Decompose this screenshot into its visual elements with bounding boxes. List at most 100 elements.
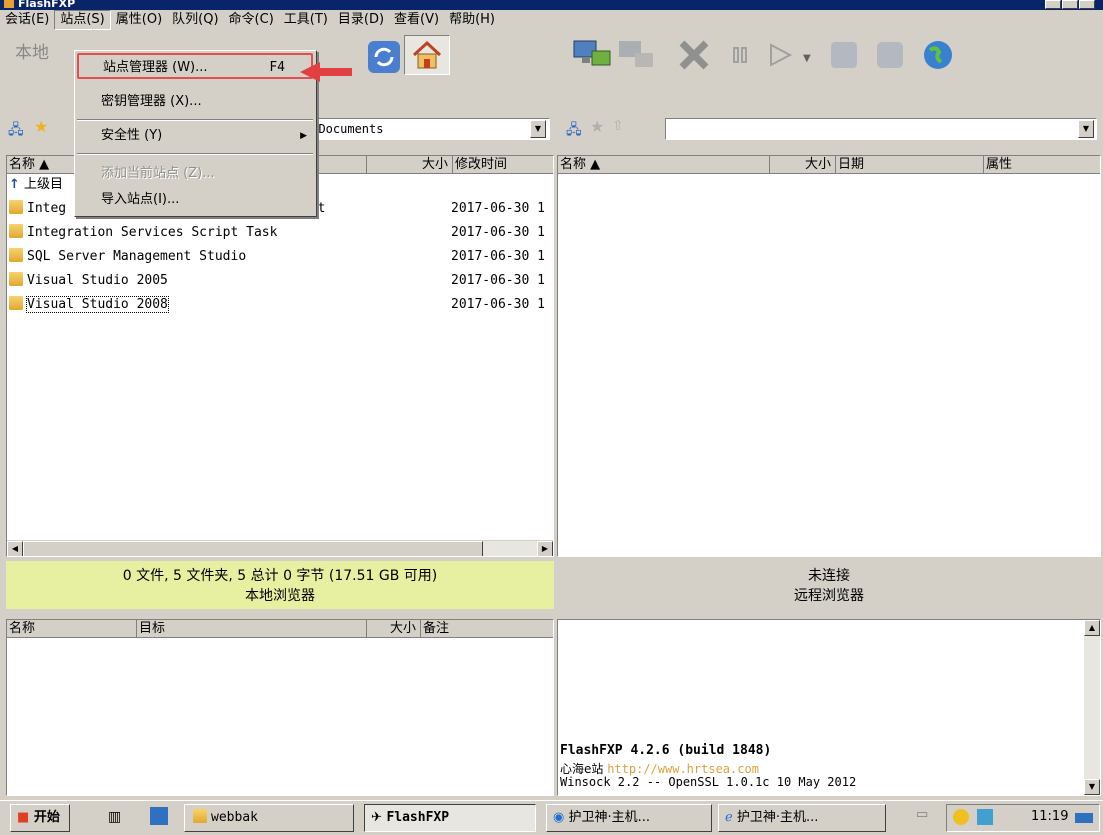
folder-icon [193, 809, 207, 823]
tray-printer-icon[interactable]: ▭ [916, 807, 934, 825]
refresh-button[interactable] [362, 37, 406, 77]
task-huweishen-1[interactable]: ◉ 护卫神·主机... [546, 804, 712, 832]
clock[interactable]: 11:19 [1031, 809, 1068, 824]
security-menu-item[interactable]: 安全性 (Y) ▶ [77, 123, 313, 149]
table-row[interactable]: SQL Server Management Studio 2017-06-30 … [7, 246, 553, 268]
local-horizontal-scrollbar[interactable]: ◀ ▶ [7, 540, 553, 556]
home-icon [412, 40, 442, 69]
tray-app-icon[interactable] [953, 809, 969, 825]
queue-col-target[interactable]: 目标 [137, 620, 367, 638]
window-title: FlashFXP [18, 0, 76, 10]
close-button[interactable] [1079, 0, 1095, 9]
quick-launch-server-icon[interactable]: ▥ [108, 809, 121, 825]
connect-button[interactable] [570, 35, 614, 75]
table-row[interactable]: Visual Studio 2008 2017-06-30 1 [7, 294, 553, 316]
log-vertical-scrollbar[interactable]: ▲ ▼ [1084, 620, 1100, 795]
menu-commands[interactable]: 命令(C) [224, 10, 279, 30]
task-huweishen-2[interactable]: ℯ 护卫神·主机... [718, 804, 886, 832]
remote-browser-label: 远程浏览器 [794, 588, 864, 604]
scroll-thumb[interactable] [23, 541, 483, 556]
ie-icon: ℯ [725, 810, 733, 825]
tray-network-icon[interactable] [977, 809, 993, 825]
favorites-star-icon[interactable]: ★ [34, 117, 48, 136]
key-manager-menu-item[interactable]: 密钥管理器 (X)... [77, 89, 313, 115]
import-sites-menu-item[interactable]: 导入站点(I)... [77, 187, 313, 213]
remote-col-date[interactable]: 日期 [836, 156, 984, 174]
local-browser-label: 本地浏览器 [245, 588, 315, 604]
menu-session[interactable]: 会话(E) [0, 10, 54, 30]
table-row[interactable]: Integration Services Script Task 2017-06… [7, 222, 553, 244]
log-version-line: FlashFXP 4.2.6 (build 1848) [560, 743, 772, 758]
menu-options[interactable]: 属性(O) [111, 10, 167, 30]
transfer-queue[interactable]: 名称 目标 大小 备注 [6, 619, 554, 796]
remote-path-dropdown[interactable]: ▼ [1078, 120, 1094, 138]
scroll-up-button[interactable]: ▲ [1084, 620, 1100, 636]
start-button[interactable]: ■ 开始 [10, 804, 70, 832]
tray-show-desktop-icon[interactable] [1075, 813, 1093, 823]
scroll-down-button[interactable]: ▼ [1084, 779, 1100, 795]
menu-view[interactable]: 查看(V) [389, 10, 444, 30]
local-col-modified[interactable]: 修改时间 [453, 156, 553, 174]
menu-separator [77, 119, 313, 121]
web-button[interactable] [916, 35, 960, 75]
queue-col-name[interactable]: 名称 [7, 620, 137, 638]
task-webbak[interactable]: webbak [184, 804, 354, 832]
task-flashfxp[interactable]: ✈ FlashFXP [364, 804, 536, 832]
play-dropdown-icon[interactable]: ▼ [803, 53, 811, 64]
menu-sites[interactable]: 站点(S) [54, 10, 111, 30]
flashfxp-icon: ✈ [371, 810, 382, 825]
remote-col-size[interactable]: 大小 [770, 156, 836, 174]
menu-queue[interactable]: 队列(Q) [167, 10, 223, 30]
quick-launch-console-icon[interactable] [150, 807, 168, 825]
scroll-left-button[interactable]: ◀ [7, 541, 23, 556]
pause-button[interactable] [725, 35, 755, 75]
menu-help[interactable]: 帮助(H) [444, 10, 500, 30]
refresh-icon [368, 41, 400, 73]
local-col-size[interactable]: 大小 [367, 156, 453, 174]
local-path-dropdown[interactable]: ▼ [530, 120, 546, 138]
folder-icon [9, 224, 23, 238]
abort-x-icon [679, 40, 709, 70]
windows-logo-icon: ■ [17, 810, 30, 825]
queue-col-note[interactable]: 备注 [421, 620, 553, 638]
home-button[interactable] [404, 35, 450, 75]
abort-button[interactable] [672, 35, 716, 75]
transfer-icon [831, 42, 857, 68]
remote-col-attributes[interactable]: 属性 [984, 156, 1100, 174]
table-row[interactable]: Visual Studio 2005 2017-06-30 1 [7, 270, 553, 292]
queue-col-size[interactable]: 大小 [367, 620, 421, 638]
remote-favorites-star-icon[interactable]: ★ [590, 117, 604, 136]
remote-col-name[interactable]: 名称 ▲ [558, 156, 770, 174]
local-sites-icon[interactable]: 🖧 [8, 119, 24, 143]
disconnect-button[interactable] [615, 35, 659, 75]
remote-path-field[interactable] [665, 118, 1097, 140]
taskbar: ■ 开始 ▥ webbak ✈ FlashFXP ◉ 护卫神·主机... ℯ 护… [0, 800, 1103, 835]
app-icon [4, 0, 14, 8]
pause-icon [733, 47, 747, 63]
shield-icon: ◉ [553, 810, 565, 825]
remote-refresh-icon [877, 42, 903, 68]
menu-directory[interactable]: 目录(D) [333, 10, 389, 30]
annotation-arrow-icon [300, 62, 352, 82]
transfer-button[interactable] [822, 35, 866, 75]
up-directory-icon[interactable]: ⇧ [612, 118, 624, 134]
menu-tools[interactable]: 工具(T) [279, 10, 333, 30]
maximize-button[interactable] [1062, 0, 1078, 9]
status-log[interactable]: FlashFXP 4.2.6 (build 1848) 心海e站 http://… [557, 619, 1101, 796]
connection-status: 未连接 [808, 568, 850, 584]
remote-refresh-button[interactable] [868, 35, 912, 75]
log-url-link[interactable]: http://www.hrtsea.com [607, 762, 759, 776]
local-combo-label[interactable]: 本地 [15, 35, 75, 71]
scroll-right-button[interactable]: ▶ [537, 541, 553, 556]
up-arrow-icon: ↑ [9, 177, 20, 192]
remote-file-list[interactable]: 名称 ▲ 大小 日期 属性 [557, 155, 1101, 557]
folder-icon [9, 248, 23, 262]
local-path-field[interactable]: r\Documents [300, 118, 550, 140]
play-button[interactable] [760, 35, 800, 75]
disconnect-icon [619, 41, 653, 67]
folder-icon [9, 200, 23, 214]
site-manager-menu-item[interactable]: 站点管理器 (W)... F4 [77, 53, 313, 79]
remote-sites-icon[interactable]: 🖧 [566, 119, 582, 143]
window-controls [1045, 0, 1095, 9]
minimize-button[interactable] [1045, 0, 1061, 9]
